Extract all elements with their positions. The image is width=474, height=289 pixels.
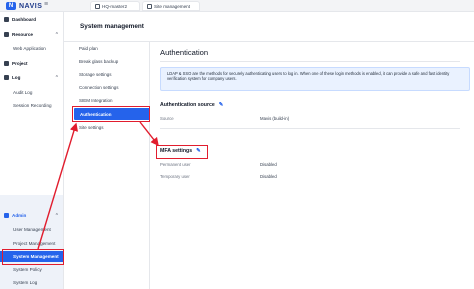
edit-icon[interactable]: ✎ — [219, 102, 225, 108]
tab-site-management[interactable]: Site management — [142, 1, 200, 11]
sidebar-item-project-management[interactable]: Project Management — [0, 238, 63, 249]
sidebar-item-label: Admin — [12, 213, 27, 218]
dashboard-icon — [4, 17, 9, 22]
tab-label: Site management — [154, 3, 191, 9]
sidebar-item-session-recording[interactable]: Session Recording — [0, 100, 63, 111]
sidebar-item-resource[interactable]: Resource ⌃ — [0, 29, 63, 40]
brand-logo-icon: N — [6, 2, 16, 10]
sidebar-item-label: Resource — [12, 32, 33, 37]
sidebar-item-label: Audit Log — [13, 90, 33, 95]
sidebar-item-label: Dashboard — [12, 17, 36, 22]
sidebar-item-label: Project — [12, 61, 28, 66]
sidebar-item-audit-log[interactable]: Audit Log — [0, 87, 63, 98]
page-header: System management — [64, 12, 474, 42]
sidebar-item-label: User Management — [13, 227, 51, 232]
sidebar-item-user-management[interactable]: User Management — [0, 224, 63, 235]
highlight-authentication — [72, 106, 150, 122]
sidebar-item-label: Project Management — [13, 241, 56, 246]
sidebar-item-dashboard[interactable]: Dashboard — [0, 14, 63, 25]
submenu-item-connection-settings[interactable]: Connection settings — [70, 81, 150, 93]
tab-hq-master[interactable]: HQ-master2 — [90, 1, 140, 11]
submenu-item-siem-integration[interactable]: SIEM Integration — [70, 94, 150, 106]
sidebar-item-label: System Policy — [13, 267, 42, 272]
sidebar-item-project[interactable]: Project — [0, 58, 63, 69]
info-box: LDAP & SSO are the methods for securely … — [160, 67, 470, 91]
admin-icon — [4, 213, 9, 218]
source-value: Mavis (build-in) — [260, 116, 290, 121]
settings-submenu: Paid plan Break glass backup Storage set… — [64, 42, 150, 289]
submenu-item-site-settings[interactable]: Site settings — [70, 121, 150, 133]
chevron-up-icon: ⌃ — [54, 212, 59, 219]
sidebar-item-label: Session Recording — [13, 103, 52, 108]
sidebar-item-log[interactable]: Log ⌃ — [0, 72, 63, 83]
divider — [160, 128, 460, 129]
divider — [160, 61, 460, 62]
chevron-up-icon: ⌃ — [54, 31, 59, 38]
temporary-user-label: Temporary user — [160, 174, 190, 179]
chevron-up-icon: ⌃ — [54, 74, 59, 81]
highlight-mfa-settings — [156, 145, 208, 159]
resource-icon — [4, 32, 9, 37]
collapse-sidebar-icon[interactable]: ≡ — [44, 1, 48, 8]
document-icon — [147, 3, 152, 9]
log-icon — [4, 75, 9, 80]
permanent-user-label: Permanent user — [160, 162, 191, 167]
highlight-system-management — [2, 249, 64, 265]
permanent-user-value: Disabled — [260, 162, 277, 167]
sidebar-item-system-log[interactable]: System Log — [0, 277, 63, 288]
submenu-item-paid-plan[interactable]: Paid plan — [70, 42, 150, 54]
sidebar-item-label: Log — [12, 75, 21, 80]
sidebar-item-label: Web Application — [13, 46, 46, 51]
sidebar-item-system-policy[interactable]: System Policy — [0, 264, 63, 275]
submenu-item-storage-settings[interactable]: Storage settings — [70, 68, 150, 80]
brand[interactable]: N NAVIS — [6, 0, 42, 12]
source-label: Source — [160, 116, 174, 121]
temporary-user-value: Disabled — [260, 174, 277, 179]
server-icon — [95, 3, 100, 9]
tab-label: HQ-master2 — [102, 3, 128, 9]
submenu-item-break-glass-backup[interactable]: Break glass backup — [70, 55, 150, 67]
brand-name: NAVIS — [19, 2, 43, 10]
sidebar-item-label: System Log — [13, 280, 38, 285]
section-title: Authentication — [160, 48, 209, 57]
project-icon — [4, 61, 9, 66]
authentication-panel: Authentication LDAP & SSO are the method… — [150, 42, 474, 289]
authentication-source-title: Authentication source — [160, 102, 215, 108]
authentication-source-heading: Authentication source ✎ — [160, 102, 225, 108]
sidebar-item-web-application[interactable]: Web Application — [0, 43, 63, 54]
top-bar: N NAVIS ≡ HQ-master2 Site management — [0, 0, 474, 12]
page-title: System management — [80, 23, 144, 30]
sidebar-item-admin[interactable]: Admin ⌃ — [0, 210, 63, 221]
